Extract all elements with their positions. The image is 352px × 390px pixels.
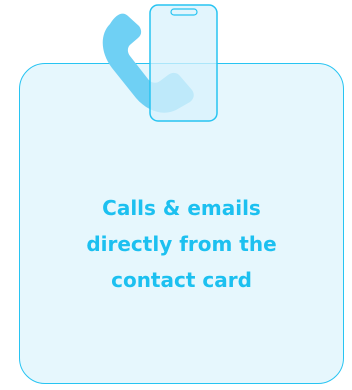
card-title-line-3: contact card: [111, 268, 252, 292]
card-title-line-2: directly from the: [86, 232, 277, 256]
card-title-line-1: Calls & emails: [102, 196, 261, 220]
card-title: Calls & emails directly from the contact…: [19, 190, 344, 298]
